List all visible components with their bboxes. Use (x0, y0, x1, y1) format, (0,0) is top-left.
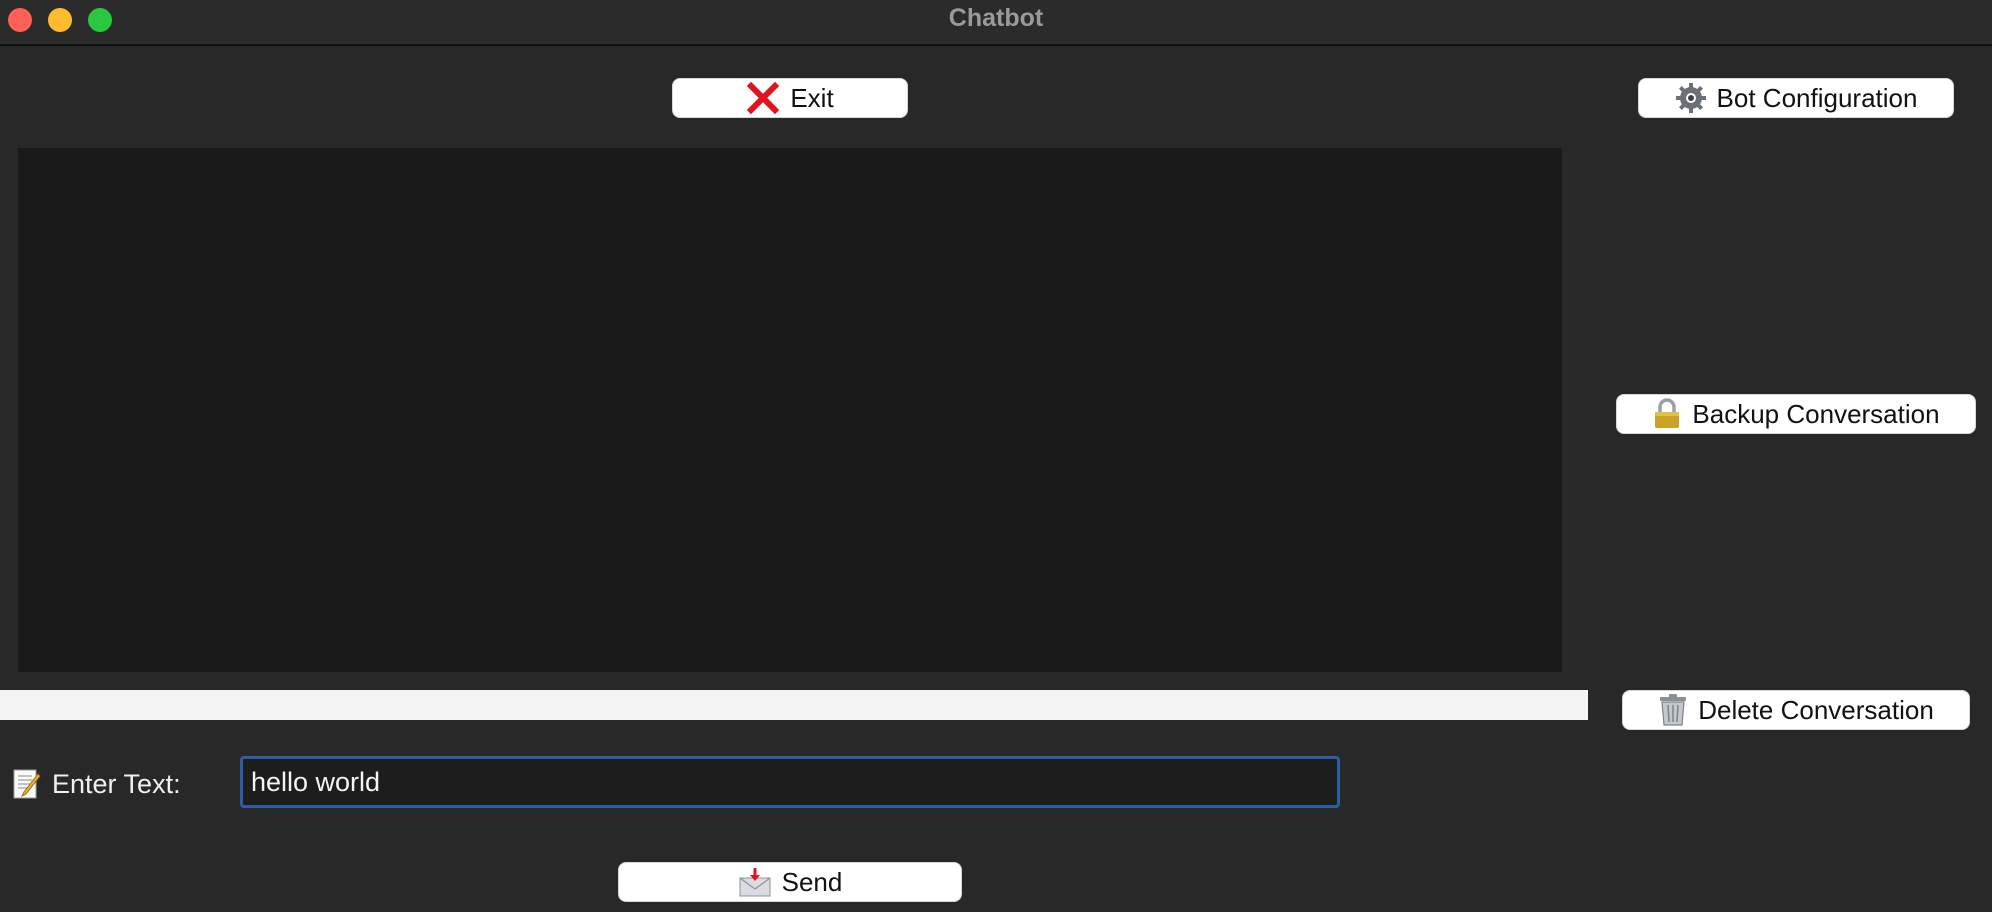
lock-icon (1652, 398, 1682, 430)
enter-text-label-text: Enter Text: (52, 768, 181, 799)
backup-conversation-button[interactable]: Backup Conversation (1616, 394, 1976, 434)
message-input[interactable] (240, 756, 1340, 808)
memo-icon (12, 768, 42, 800)
horizontal-scrollbar[interactable] (0, 690, 1588, 720)
chatbot-window: Chatbot Exit Bot Configuration Backup Co… (0, 0, 1992, 912)
backup-conversation-label: Backup Conversation (1692, 398, 1940, 429)
envelope-icon (738, 866, 772, 898)
trash-icon (1658, 693, 1688, 727)
delete-conversation-label: Delete Conversation (1698, 694, 1934, 725)
conversation-display[interactable] (18, 148, 1562, 672)
delete-conversation-button[interactable]: Delete Conversation (1622, 690, 1970, 730)
title-bar: Chatbot (0, 0, 1992, 46)
enter-text-label: Enter Text: (12, 764, 181, 804)
gear-icon (1675, 82, 1707, 114)
exit-button-label: Exit (790, 82, 834, 113)
bot-configuration-label: Bot Configuration (1716, 82, 1918, 113)
close-x-icon (746, 81, 780, 115)
send-button-label: Send (781, 866, 843, 897)
window-title: Chatbot (948, 4, 1044, 32)
exit-button[interactable]: Exit (672, 78, 908, 118)
bot-configuration-button[interactable]: Bot Configuration (1638, 78, 1954, 118)
send-button[interactable]: Send (618, 862, 962, 902)
